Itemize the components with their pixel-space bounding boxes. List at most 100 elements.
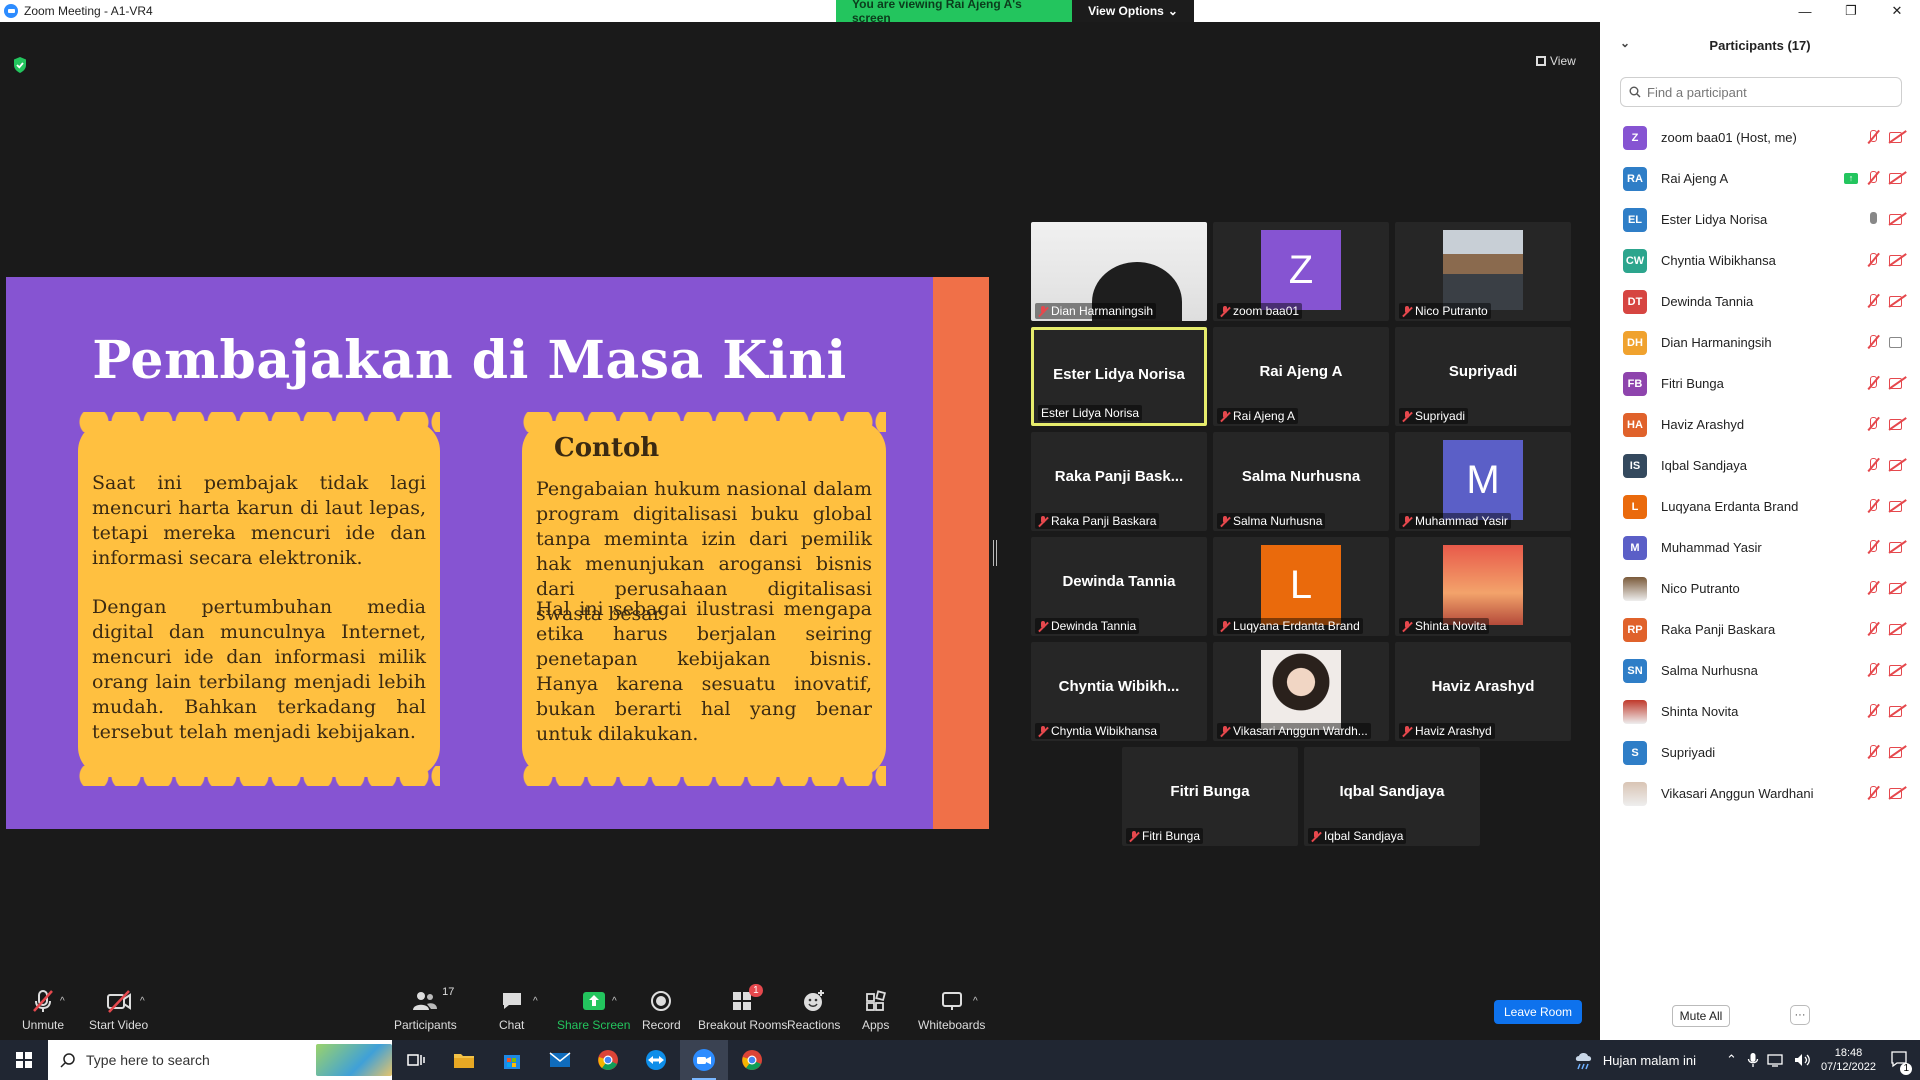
chrome-button[interactable] — [584, 1040, 632, 1080]
video-tile[interactable]: Rai Ajeng A Rai Ajeng A — [1213, 327, 1389, 426]
participant-row[interactable]: M Muhammad Yasir — [1600, 527, 1920, 568]
security-shield-icon[interactable] — [12, 56, 28, 74]
participant-display-name: Salma Nurhusna — [1241, 468, 1361, 485]
apps-button[interactable]: Apps — [862, 988, 889, 1032]
participant-display-name: Rai Ajeng A — [1259, 363, 1343, 380]
participant-status-icons — [1866, 129, 1906, 145]
chat-options-caret[interactable]: ^ — [533, 996, 538, 1007]
weather-text[interactable]: Hujan malam ini — [1603, 1053, 1696, 1068]
view-label: View — [1550, 54, 1576, 68]
share-options-caret[interactable]: ^ — [612, 996, 617, 1007]
microphone-in-use-icon[interactable] — [1747, 1052, 1759, 1068]
participant-row[interactable]: HA Haviz Arashyd — [1600, 404, 1920, 445]
video-tile[interactable]: L Luqyana Erdanta Brand — [1213, 537, 1389, 636]
microphone-muted-icon — [1129, 830, 1139, 842]
shared-slide: Pembajakan di Masa Kini Saat ini pembaja… — [6, 277, 989, 829]
reactions-button[interactable]: Reactions — [787, 988, 840, 1032]
start-button[interactable] — [0, 1040, 48, 1080]
participant-row[interactable]: S Supriyadi — [1600, 732, 1920, 773]
participant-row[interactable]: L Luqyana Erdanta Brand — [1600, 486, 1920, 527]
participant-row[interactable]: Vikasari Anggun Wardhani — [1600, 773, 1920, 814]
participant-row[interactable]: CW Chyntia Wibikhansa — [1600, 240, 1920, 281]
video-tile[interactable]: Raka Panji Bask... Raka Panji Baskara — [1031, 432, 1207, 531]
leave-room-button[interactable]: Leave Room — [1494, 1000, 1582, 1024]
tile-name-text: Muhammad Yasir — [1415, 514, 1508, 528]
smiley-plus-icon — [803, 990, 824, 1011]
participant-avatar: M — [1623, 535, 1647, 560]
participant-display-name: Ester Lidya Norisa — [1053, 366, 1185, 383]
video-camera-off-icon — [1888, 621, 1906, 637]
video-tile[interactable]: Dewinda Tannia Dewinda Tannia — [1031, 537, 1207, 636]
network-icon[interactable] — [1767, 1052, 1785, 1068]
notifications-button[interactable]: 1 — [1890, 1050, 1912, 1075]
video-tile[interactable]: Zzoom baa01 — [1213, 222, 1389, 321]
breakout-rooms-badge: 1 — [749, 984, 763, 997]
video-tile[interactable]: Haviz Arashyd Haviz Arashyd — [1395, 642, 1571, 741]
video-options-caret[interactable]: ^ — [140, 996, 145, 1007]
video-tile[interactable]: Fitri Bunga Fitri Bunga — [1122, 747, 1298, 846]
whiteboard-options-caret[interactable]: ^ — [973, 996, 978, 1007]
whiteboards-label: Whiteboards — [918, 1018, 986, 1032]
participant-row[interactable]: EL Ester Lidya Norisa — [1600, 199, 1920, 240]
participant-row[interactable]: SN Salma Nurhusna — [1600, 650, 1920, 691]
microphone-muted-icon — [1866, 129, 1880, 145]
participant-row[interactable]: RP Raka Panji Baskara — [1600, 609, 1920, 650]
unmute-button[interactable]: Unmute — [22, 988, 64, 1032]
view-button[interactable]: View — [1536, 54, 1576, 68]
taskbar-search-box[interactable]: Type here to search — [48, 1040, 392, 1080]
participant-row[interactable]: Nico Putranto — [1600, 568, 1920, 609]
chat-button[interactable]: Chat — [499, 988, 524, 1032]
video-tile[interactable]: Supriyadi Supriyadi — [1395, 327, 1571, 426]
start-video-button[interactable]: Start Video — [89, 988, 148, 1032]
participant-row[interactable]: Shinta Novita — [1600, 691, 1920, 732]
teamviewer-button[interactable] — [632, 1040, 680, 1080]
video-tile[interactable]: Salma Nurhusna Salma Nurhusna — [1213, 432, 1389, 531]
mute-all-button[interactable]: Mute All — [1672, 1005, 1730, 1027]
microsoft-store-button[interactable] — [488, 1040, 536, 1080]
rain-weather-icon[interactable] — [1573, 1049, 1597, 1071]
whiteboards-button[interactable]: Whiteboards — [918, 988, 985, 1032]
volume-icon[interactable] — [1793, 1052, 1811, 1068]
tile-name-label: Iqbal Sandjaya — [1308, 828, 1407, 844]
restore-button[interactable]: ❐ — [1828, 0, 1874, 22]
participant-search-input[interactable]: Find a participant — [1620, 77, 1902, 107]
collapse-panel-chevron-icon[interactable]: ⌄ — [1620, 36, 1630, 50]
video-tile[interactable]: Nico Putranto — [1395, 222, 1571, 321]
video-tile[interactable]: Ester Lidya Norisa Ester Lidya Norisa — [1031, 327, 1207, 426]
more-options-button[interactable]: ··· — [1790, 1005, 1810, 1025]
video-tile[interactable]: Dian Harmaningsih — [1031, 222, 1207, 321]
participant-row[interactable]: RA Rai Ajeng A ↑ — [1600, 158, 1920, 199]
share-screen-button[interactable]: Share Screen — [557, 988, 630, 1032]
participant-row[interactable]: DT Dewinda Tannia — [1600, 281, 1920, 322]
participants-label: Participants — [394, 1018, 457, 1032]
participant-row[interactable]: FB Fitri Bunga — [1600, 363, 1920, 404]
video-tile[interactable]: Iqbal Sandjaya Iqbal Sandjaya — [1304, 747, 1480, 846]
mail-button[interactable] — [536, 1040, 584, 1080]
taskbar-clock[interactable]: 18:48 07/12/2022 — [1821, 1046, 1876, 1074]
file-explorer-button[interactable] — [440, 1040, 488, 1080]
chrome-profile-button[interactable] — [728, 1040, 776, 1080]
participants-button[interactable]: 17 Participants — [394, 986, 457, 1032]
video-tile[interactable]: Chyntia Wibikh... Chyntia Wibikhansa — [1031, 642, 1207, 741]
participant-avatar: Z — [1623, 125, 1647, 150]
video-tile[interactable]: M Muhammad Yasir — [1395, 432, 1571, 531]
show-hidden-icons-icon[interactable]: ⌃ — [1726, 1052, 1737, 1068]
participant-row[interactable]: IS Iqbal Sandjaya — [1600, 445, 1920, 486]
split-view-resize-handle[interactable] — [993, 540, 997, 566]
participant-name: Dewinda Tannia — [1661, 294, 1754, 309]
video-tile[interactable]: Vikasari Anggun Wardh... — [1213, 642, 1389, 741]
task-view-button[interactable] — [392, 1040, 440, 1080]
audio-options-caret[interactable]: ^ — [60, 996, 65, 1007]
record-button[interactable]: Record — [642, 988, 681, 1032]
participant-avatar: SN — [1623, 658, 1647, 683]
close-window-button[interactable]: ✕ — [1874, 0, 1920, 22]
zoom-taskbar-button[interactable] — [680, 1040, 728, 1080]
microphone-muted-icon — [1866, 293, 1880, 309]
mail-envelope-icon — [549, 1052, 571, 1067]
breakout-rooms-button[interactable]: 1 Breakout Rooms — [698, 984, 787, 1032]
video-tile[interactable]: Shinta Novita — [1395, 537, 1571, 636]
minimize-button[interactable]: — — [1782, 0, 1828, 22]
participant-row[interactable]: DH Dian Harmaningsih — [1600, 322, 1920, 363]
view-options-button[interactable]: View Options ⌄ — [1072, 0, 1194, 22]
participant-row[interactable]: Zzoom baa01 (Host, me) — [1600, 117, 1920, 158]
